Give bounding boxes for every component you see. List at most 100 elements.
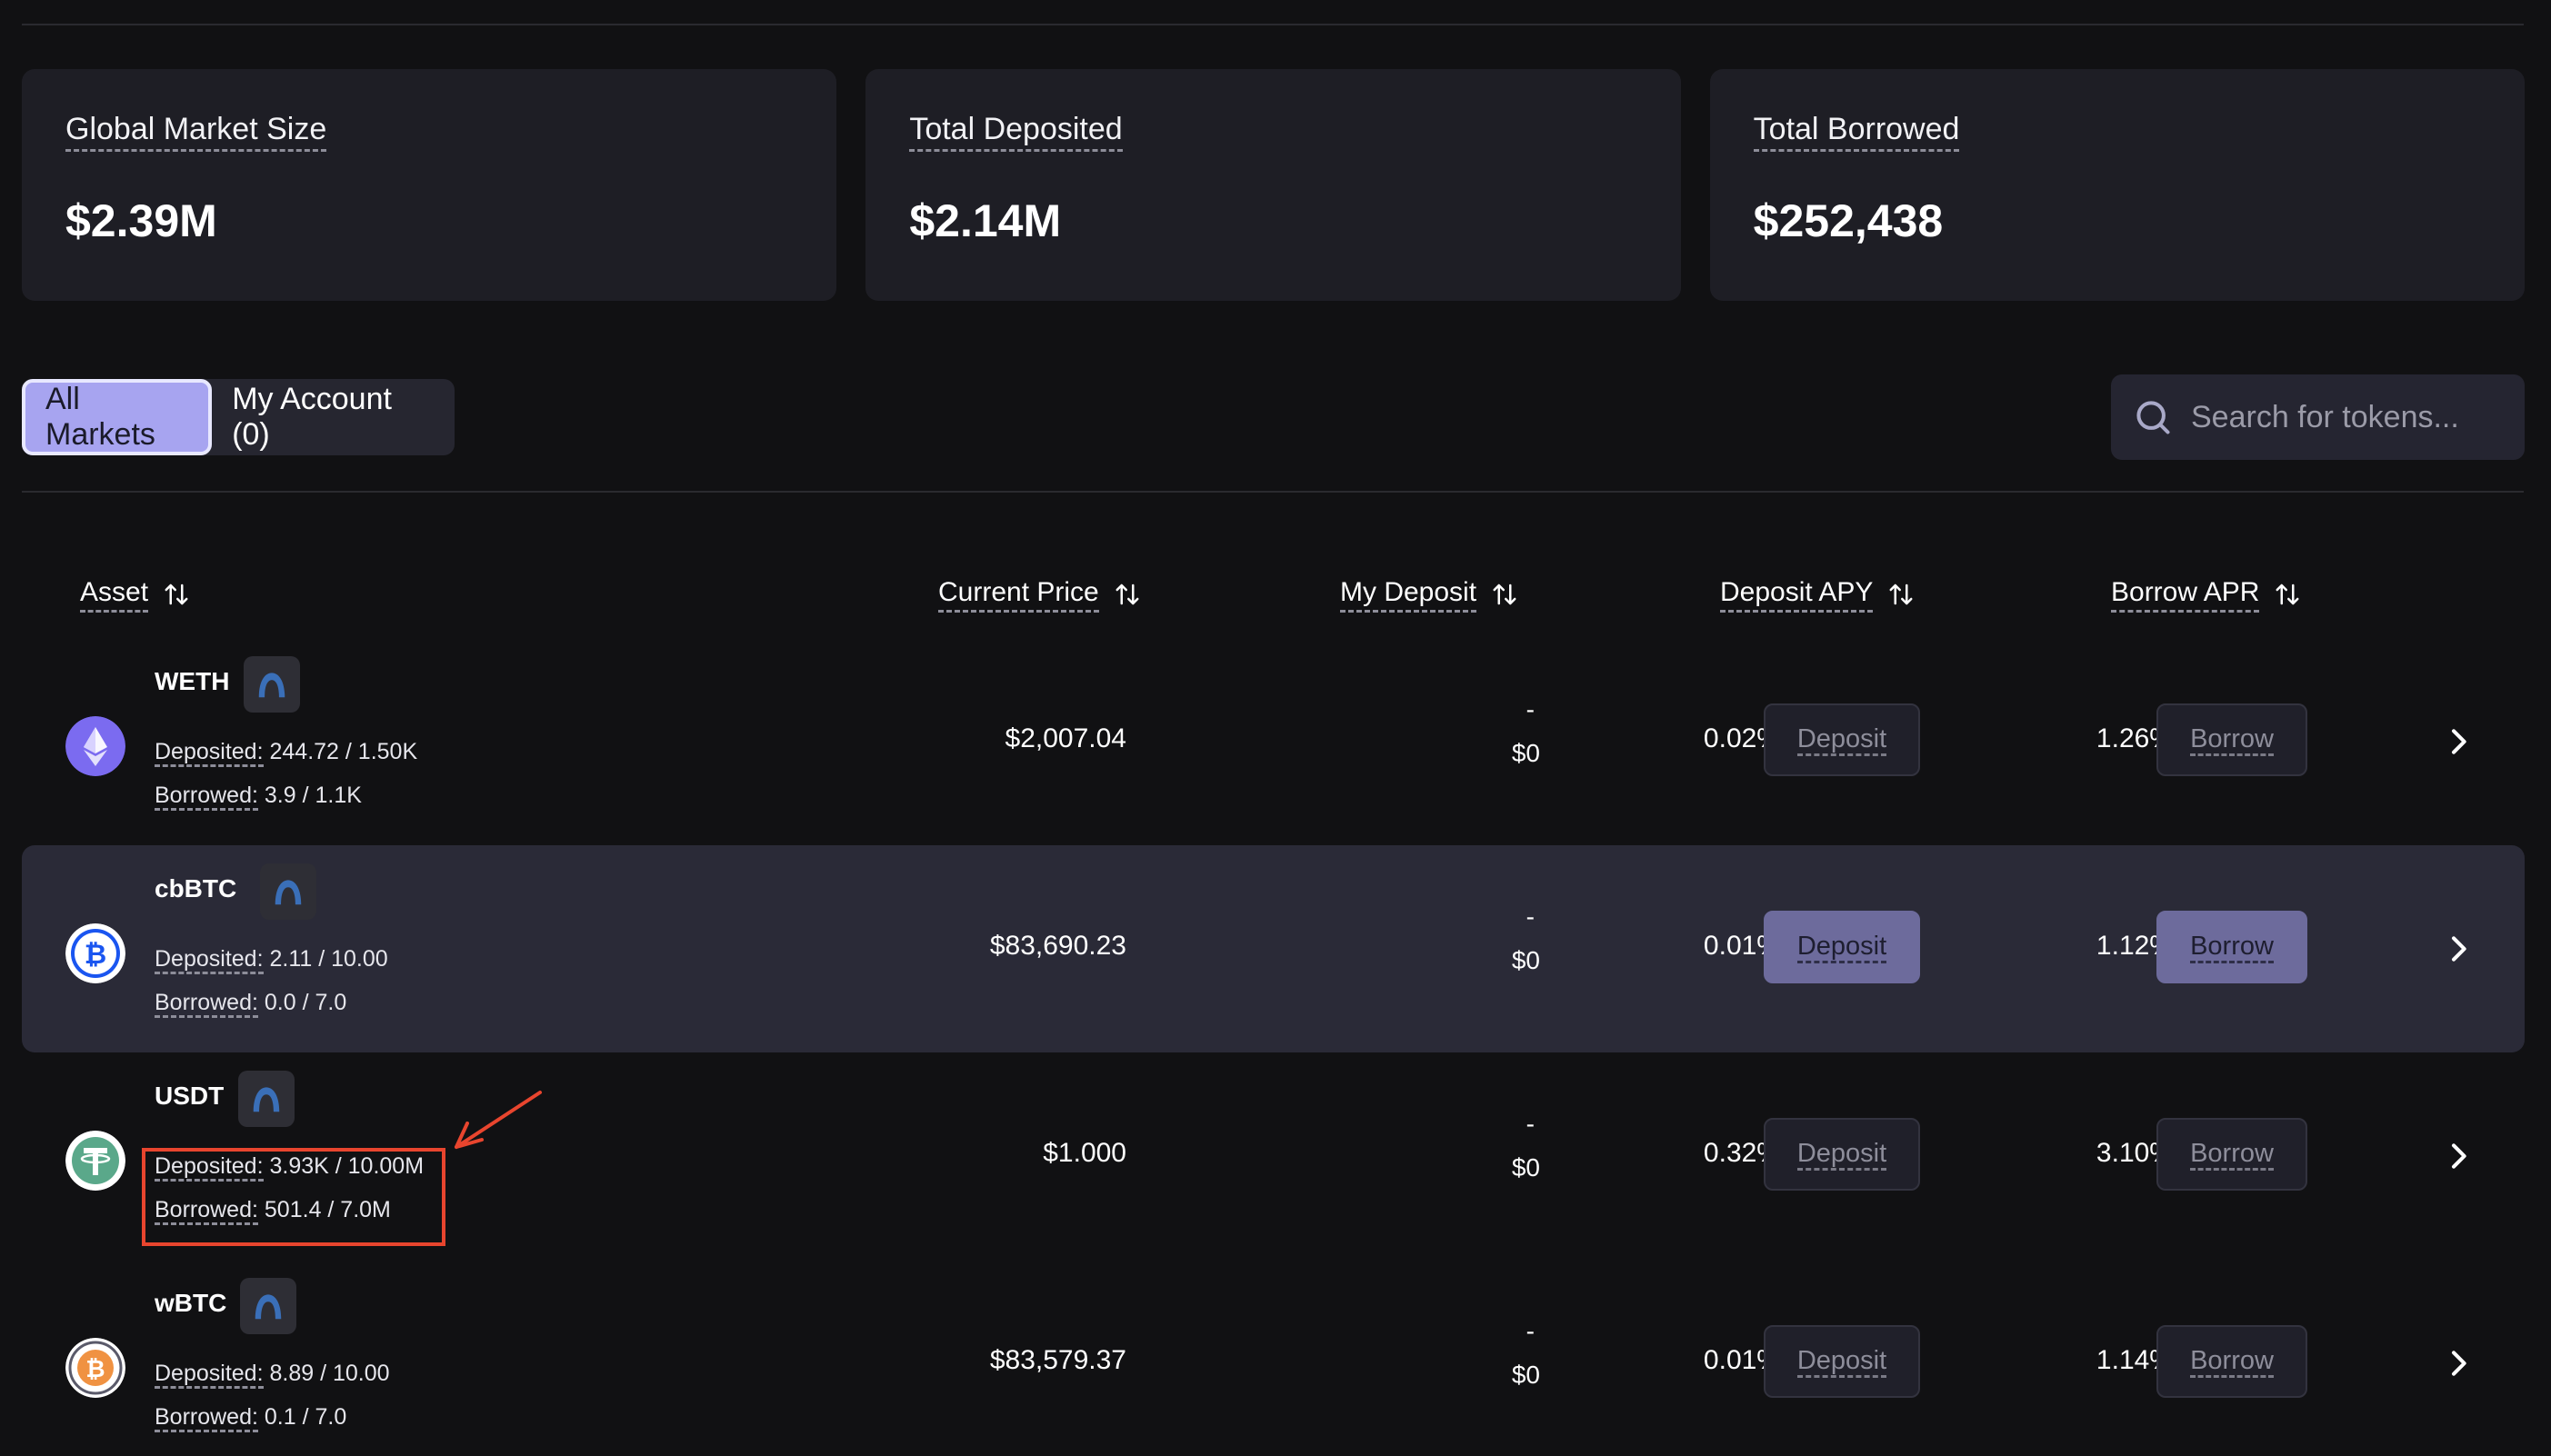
market-row-weth[interactable]: WETH Deposited: 244.72 / 1.50K Borrowed:… [22, 638, 2525, 845]
stat-label[interactable]: Global Market Size [65, 111, 327, 152]
deposited-stat: Deposited: 244.72 / 1.50K [155, 738, 418, 767]
search-icon [2136, 401, 2170, 434]
borrow-button-label: Borrow [2190, 1346, 2274, 1378]
borrow-button-label: Borrow [2190, 932, 2274, 963]
protocol-icon [240, 1278, 296, 1334]
column-header-deposit-apy[interactable]: Deposit APY [1720, 576, 1915, 613]
search-input[interactable] [2191, 399, 2491, 435]
svg-text:₿: ₿ [85, 939, 106, 971]
protocol-icon [244, 656, 300, 713]
current-price: $83,690.23 [989, 931, 1126, 961]
top-divider [22, 24, 2524, 25]
deposit-button[interactable]: Deposit [1764, 911, 1920, 983]
asset-symbol: USDT [155, 1082, 225, 1110]
stats-section: Global Market Size $2.39M Total Deposite… [22, 69, 2525, 301]
svg-text:₿: ₿ [85, 1356, 105, 1383]
tab-all-markets[interactable]: All Markets [22, 379, 213, 455]
column-header-asset[interactable]: Asset [80, 576, 190, 613]
asset-symbol: wBTC [155, 1289, 227, 1317]
sort-icon [1115, 583, 1139, 605]
chevron-right-icon[interactable] [2440, 931, 2476, 967]
my-deposit-amount: - [1526, 695, 1535, 723]
deposited-value: 8.89 / 10.00 [269, 1361, 390, 1386]
stat-card-global-market-size: Global Market Size $2.39M [22, 69, 837, 301]
deposit-button[interactable]: Deposit [1764, 1118, 1920, 1191]
stat-label[interactable]: Total Borrowed [1753, 111, 1960, 152]
stat-value: $2.39M [65, 195, 217, 246]
deposited-label[interactable]: Deposited: [155, 946, 264, 974]
deposit-button[interactable]: Deposit [1764, 1325, 1920, 1398]
borrowed-stat: Borrowed: 3.9 / 1.1K [155, 782, 362, 811]
stat-label[interactable]: Total Deposited [909, 111, 1123, 152]
deposited-label[interactable]: Deposited: [155, 739, 264, 767]
borrowed-value: 3.9 / 1.1K [264, 783, 362, 808]
asset-symbol: cbBTC [155, 874, 237, 903]
current-price: $2,007.04 [1005, 723, 1126, 753]
column-label: Deposit APY [1720, 576, 1874, 613]
borrowed-label[interactable]: Borrowed: [155, 990, 258, 1018]
borrow-button[interactable]: Borrow [2156, 1118, 2307, 1191]
stat-value: $2.14M [909, 195, 1062, 246]
eth-icon [65, 716, 125, 776]
borrow-button[interactable]: Borrow [2156, 703, 2307, 776]
borrowed-stat: Borrowed: 0.0 / 7.0 [155, 989, 347, 1018]
my-deposit-value: $0 [1511, 946, 1540, 974]
asset-symbol: WETH [155, 667, 230, 695]
annotation-highlight-box [142, 1148, 445, 1246]
deposit-button-label: Deposit [1796, 932, 1887, 963]
stat-value: $252,438 [1753, 195, 1944, 246]
borrow-button[interactable]: Borrow [2156, 911, 2307, 983]
borrowed-value: 0.1 / 7.0 [264, 1404, 347, 1430]
my-deposit-value: $0 [1511, 1153, 1540, 1182]
deposit-button-label: Deposit [1796, 1139, 1887, 1171]
sort-icon [2276, 583, 2299, 605]
cbbtc-icon: ₿ [65, 923, 125, 983]
search-box [2111, 374, 2525, 460]
section-divider [22, 491, 2524, 493]
stat-card-total-borrowed: Total Borrowed $252,438 [1709, 69, 2525, 301]
chevron-right-icon[interactable] [2440, 1345, 2476, 1381]
tether-icon [65, 1131, 125, 1191]
deposit-button-label: Deposit [1796, 724, 1887, 756]
sort-icon [165, 583, 188, 605]
borrow-button-label: Borrow [2190, 724, 2274, 756]
sort-icon [1493, 583, 1516, 605]
column-label: Borrow APR [2111, 576, 2260, 613]
current-price: $83,579.37 [989, 1345, 1126, 1375]
annotation-arrow-icon [455, 1091, 542, 1149]
my-deposit-value: $0 [1511, 739, 1540, 767]
deposit-button-label: Deposit [1796, 1346, 1887, 1378]
my-deposit-amount: - [1526, 1110, 1535, 1138]
my-deposit-amount: - [1526, 903, 1535, 931]
my-deposit-amount: - [1526, 1317, 1535, 1345]
column-header-current-price[interactable]: Current Price [938, 576, 1141, 613]
borrowed-label[interactable]: Borrowed: [155, 783, 258, 811]
sort-icon [1889, 583, 1913, 605]
stat-card-total-deposited: Total Deposited $2.14M [865, 69, 1681, 301]
market-row-cbbtc[interactable]: ₿ cbBTC Deposited: 2.11 / 10.00 Borrowed… [22, 845, 2525, 1052]
protocol-icon [260, 863, 316, 920]
column-header-borrow-apr[interactable]: Borrow APR [2111, 576, 2301, 613]
deposited-label[interactable]: Deposited: [155, 1361, 264, 1389]
borrow-button-label: Borrow [2190, 1139, 2274, 1171]
my-deposit-value: $0 [1511, 1361, 1540, 1389]
market-tabs: All Markets My Account (0) [22, 379, 455, 455]
borrowed-label[interactable]: Borrowed: [155, 1404, 258, 1432]
borrowed-value: 0.0 / 7.0 [264, 990, 347, 1015]
column-label: Asset [80, 576, 149, 613]
column-header-my-deposit[interactable]: My Deposit [1340, 576, 1518, 613]
wbtc-icon: ₿ [65, 1338, 125, 1398]
borrow-button[interactable]: Borrow [2156, 1325, 2307, 1398]
tab-my-account[interactable]: My Account (0) [212, 379, 455, 455]
chevron-right-icon[interactable] [2440, 1138, 2476, 1174]
chevron-right-icon[interactable] [2440, 723, 2476, 760]
market-row-wbtc[interactable]: ₿ wBTC Deposited: 8.89 / 10.00 Borrowed:… [22, 1260, 2525, 1456]
borrowed-stat: Borrowed: 0.1 / 7.0 [155, 1403, 347, 1432]
deposited-value: 2.11 / 10.00 [269, 946, 388, 972]
protocol-icon [238, 1071, 295, 1127]
deposited-stat: Deposited: 2.11 / 10.00 [155, 945, 388, 974]
column-label: My Deposit [1340, 576, 1477, 613]
deposited-value: 244.72 / 1.50K [269, 739, 418, 764]
deposit-button[interactable]: Deposit [1764, 703, 1920, 776]
column-label: Current Price [938, 576, 1099, 613]
